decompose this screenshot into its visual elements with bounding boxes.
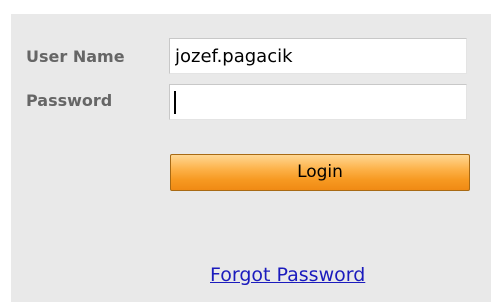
forgot-password-link[interactable]: Forgot Password [210,264,365,286]
password-label: Password [26,91,113,110]
text-cursor [174,91,176,114]
username-field[interactable] [169,38,467,74]
login-button[interactable]: Login [170,154,470,191]
username-label: User Name [26,47,125,66]
password-field[interactable] [169,84,467,120]
